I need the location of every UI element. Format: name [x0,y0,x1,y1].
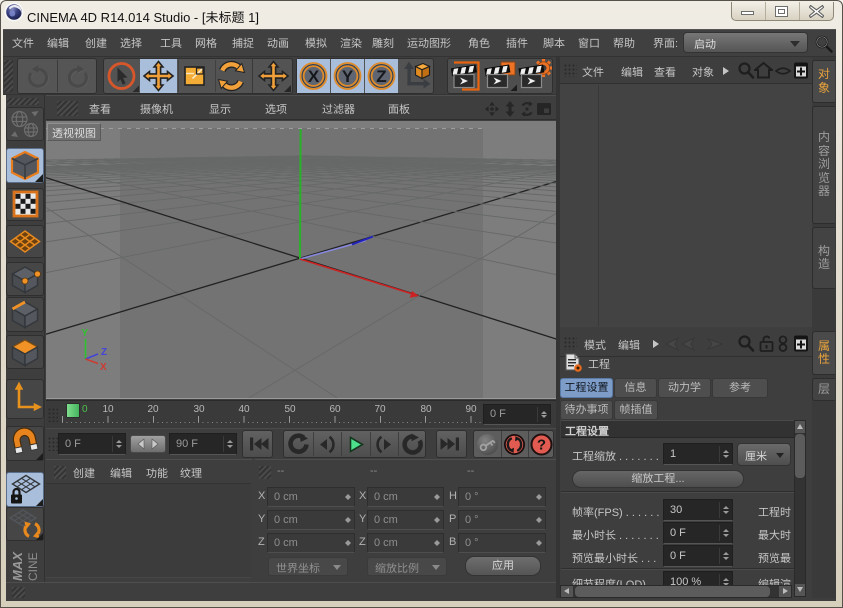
svg-text:?: ? [537,437,546,454]
svg-text:Y: Y [342,67,354,86]
svg-text:Z: Z [101,347,107,358]
svg-text:X: X [100,362,107,373]
svg-text:X: X [308,67,320,86]
svg-text:Z: Z [376,67,386,86]
svg-text:Y: Y [82,328,89,339]
